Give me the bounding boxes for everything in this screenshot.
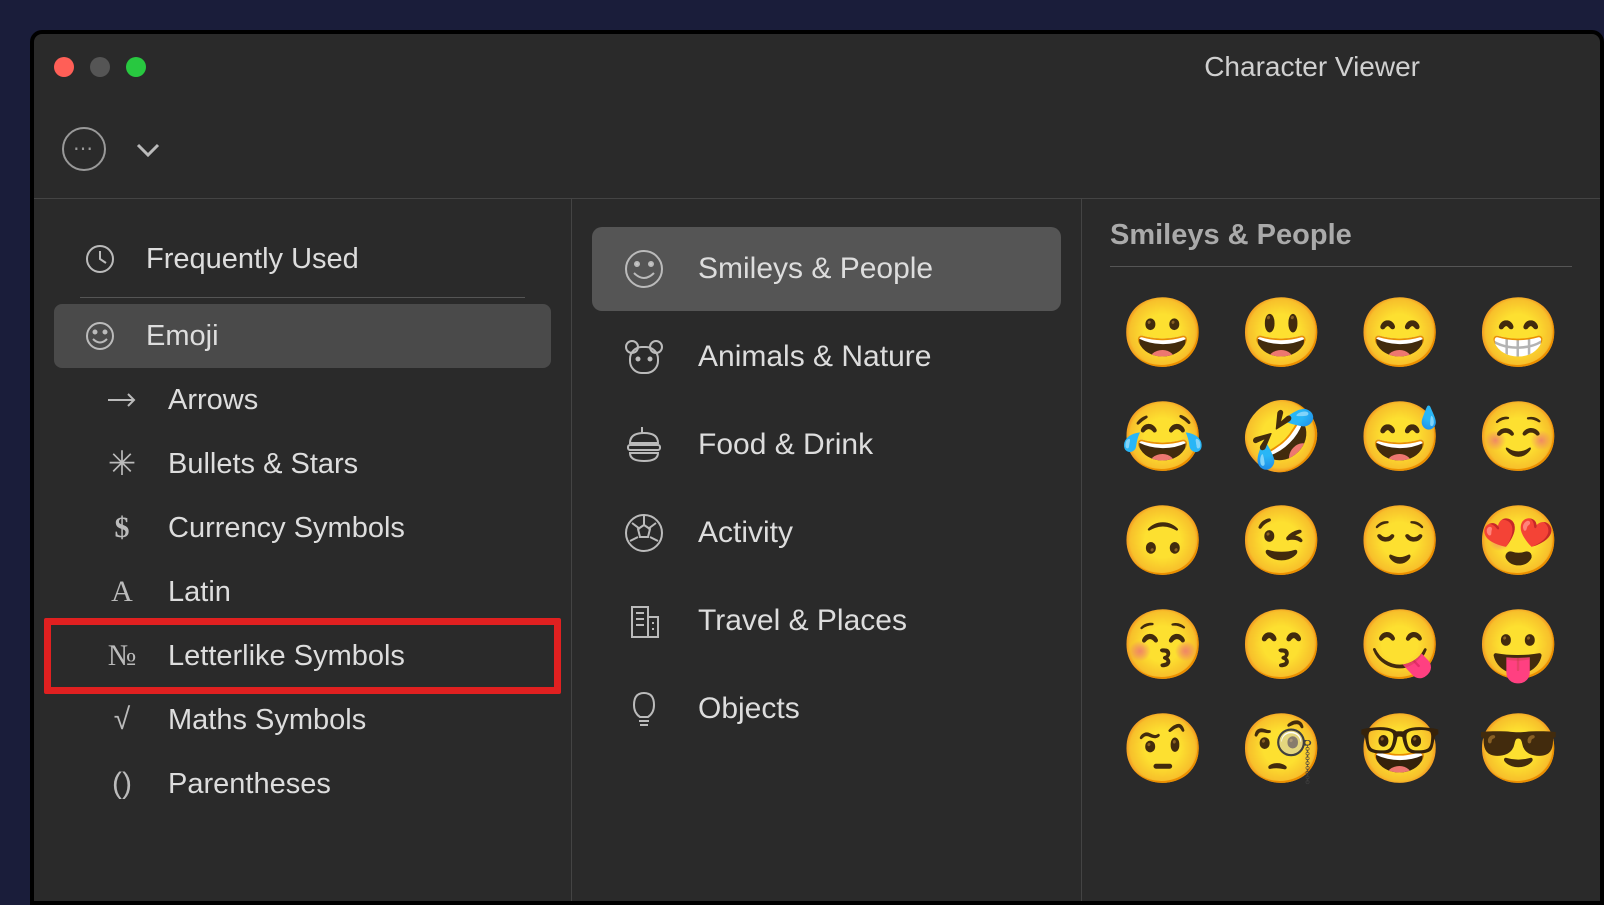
emoji-item[interactable]: 🙃 — [1118, 507, 1209, 575]
sidebar-item-currency[interactable]: $ Currency Symbols — [54, 496, 551, 560]
star-icon: ✳ — [104, 446, 140, 482]
emoji-item[interactable]: 🤣 — [1237, 403, 1328, 471]
sidebar: Frequently Used Emoji Arrows ✳ Bullets &… — [34, 199, 572, 901]
category-item-activity[interactable]: Activity — [592, 491, 1061, 575]
emoji-section-title: Smileys & People — [1110, 219, 1572, 267]
emoji-item[interactable]: 😃 — [1237, 299, 1328, 367]
emoji-item[interactable]: 😅 — [1355, 403, 1446, 471]
sidebar-item-latin[interactable]: A Latin — [54, 560, 551, 624]
sidebar-item-label: Arrows — [168, 384, 258, 417]
emoji-item[interactable]: 🤨 — [1118, 715, 1209, 783]
category-item-smileys[interactable]: Smileys & People — [592, 227, 1061, 311]
sidebar-item-letterlike[interactable]: № Letterlike Symbols — [54, 624, 551, 688]
emoji-item[interactable]: 😙 — [1237, 611, 1328, 679]
numero-icon: № — [104, 638, 140, 674]
sidebar-item-maths[interactable]: √ Maths Symbols — [54, 688, 551, 752]
sidebar-item-label: Latin — [168, 576, 231, 609]
sidebar-item-bullets-stars[interactable]: ✳ Bullets & Stars — [54, 432, 551, 496]
emoji-item[interactable]: 🧐 — [1237, 715, 1328, 783]
emoji-item[interactable]: 😉 — [1237, 507, 1328, 575]
category-label: Objects — [698, 692, 800, 726]
sidebar-item-label: Parentheses — [168, 768, 331, 801]
smiley-icon — [622, 247, 666, 291]
arrow-icon — [104, 382, 140, 418]
dollar-icon: $ — [104, 510, 140, 546]
dropdown-button[interactable] — [136, 133, 160, 165]
emoji-item[interactable]: 😂 — [1118, 403, 1209, 471]
sidebar-divider — [80, 297, 525, 298]
sqrt-icon: √ — [104, 702, 140, 738]
bulb-icon — [622, 687, 666, 731]
category-label: Food & Drink — [698, 428, 873, 462]
emoji-item[interactable]: 😁 — [1474, 299, 1565, 367]
sidebar-item-label: Frequently Used — [146, 243, 359, 276]
category-item-animals[interactable]: Animals & Nature — [592, 315, 1061, 399]
emoji-item[interactable]: 😍 — [1474, 507, 1565, 575]
ellipsis-icon: ⋯ — [73, 136, 95, 161]
emoji-item[interactable]: 😛 — [1474, 611, 1565, 679]
emoji-item[interactable]: ☺️ — [1474, 403, 1565, 471]
soccer-icon — [622, 511, 666, 555]
sidebar-item-label: Emoji — [146, 320, 219, 353]
emoji-item[interactable]: 😀 — [1118, 299, 1209, 367]
emoji-item[interactable]: 😎 — [1474, 715, 1565, 783]
emoji-item[interactable]: 😄 — [1355, 299, 1446, 367]
emoji-item[interactable]: 😌 — [1355, 507, 1446, 575]
sidebar-item-frequently-used[interactable]: Frequently Used — [54, 227, 551, 291]
sidebar-item-emoji[interactable]: Emoji — [54, 304, 551, 368]
burger-icon — [622, 423, 666, 467]
emoji-item[interactable]: 😚 — [1118, 611, 1209, 679]
category-label: Smileys & People — [698, 252, 933, 286]
letter-a-icon: A — [104, 574, 140, 610]
content-area: Frequently Used Emoji Arrows ✳ Bullets &… — [34, 199, 1600, 901]
emoji-item[interactable]: 😋 — [1355, 611, 1446, 679]
more-options-button[interactable]: ⋯ — [62, 127, 106, 171]
sidebar-item-label: Bullets & Stars — [168, 448, 358, 481]
smiley-icon — [82, 318, 118, 354]
sidebar-item-parentheses[interactable]: () Parentheses — [54, 752, 551, 816]
category-label: Travel & Places — [698, 604, 907, 638]
building-icon — [622, 599, 666, 643]
emoji-panel: Smileys & People 😀 😃 😄 😁 😂 🤣 😅 ☺️ 🙃 😉 😌 … — [1082, 199, 1600, 901]
category-item-objects[interactable]: Objects — [592, 667, 1061, 751]
window-title: Character Viewer — [34, 51, 1600, 83]
parens-icon: () — [104, 766, 140, 802]
category-item-travel[interactable]: Travel & Places — [592, 579, 1061, 663]
category-label: Activity — [698, 516, 793, 550]
chevron-down-icon — [136, 142, 160, 158]
sidebar-item-label: Currency Symbols — [168, 512, 405, 545]
sidebar-item-label: Letterlike Symbols — [168, 640, 405, 673]
category-label: Animals & Nature — [698, 340, 931, 374]
bear-icon — [622, 335, 666, 379]
category-panel: Smileys & People Animals & Nature Food &… — [572, 199, 1082, 901]
titlebar: Character Viewer — [34, 34, 1600, 99]
emoji-grid: 😀 😃 😄 😁 😂 🤣 😅 ☺️ 🙃 😉 😌 😍 😚 😙 😋 😛 🤨 🧐 🤓 — [1110, 291, 1572, 791]
emoji-item[interactable]: 🤓 — [1355, 715, 1446, 783]
sidebar-item-label: Maths Symbols — [168, 704, 366, 737]
clock-icon — [82, 241, 118, 277]
category-item-food[interactable]: Food & Drink — [592, 403, 1061, 487]
toolbar: ⋯ — [34, 99, 1600, 199]
sidebar-item-arrows[interactable]: Arrows — [54, 368, 551, 432]
character-viewer-window: Character Viewer ⋯ Frequently Used Emoji… — [30, 30, 1604, 905]
